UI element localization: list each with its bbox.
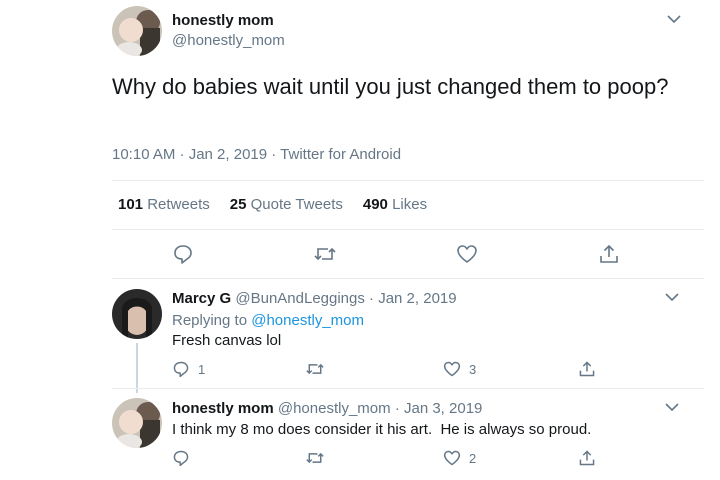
chevron-down-icon[interactable] <box>662 400 682 414</box>
author-handle[interactable]: @BunAndLeggings <box>235 290 365 307</box>
tweet-timestamp[interactable]: 10:10 AM · Jan 2, 2019 · Twitter for And… <box>112 146 401 163</box>
quotes-label: Quote Tweets <box>250 196 343 213</box>
replying-to-label: Replying to <box>172 312 248 329</box>
share-icon <box>579 361 595 377</box>
share-button[interactable] <box>598 243 620 265</box>
author-display-name[interactable]: honestly mom <box>172 12 274 29</box>
likes-label: Likes <box>392 196 428 213</box>
chevron-down-icon[interactable] <box>662 290 682 304</box>
like-icon <box>443 361 461 377</box>
retweet-icon <box>306 363 324 375</box>
like-button[interactable]: 2 <box>443 449 476 467</box>
share-button[interactable] <box>578 449 596 467</box>
like-button[interactable] <box>456 243 478 265</box>
quotes-stat[interactable]: 25 Quote Tweets <box>230 196 343 213</box>
replying-to: Replying to @honestly_mom <box>172 312 364 329</box>
retweet-button[interactable] <box>305 449 333 467</box>
reply-text: Fresh canvas lol <box>172 332 282 349</box>
reply-header: honestly mom @honestly_mom · Jan 3, 2019 <box>172 400 482 417</box>
thread-line <box>136 343 138 393</box>
divider <box>112 388 704 389</box>
reply-header: Marcy G @BunAndLeggings · Jan 2, 2019 <box>172 290 457 307</box>
author-display-name[interactable]: Marcy G <box>172 290 231 307</box>
tweet-stats: 101 Retweets 25 Quote Tweets 490 Likes <box>118 196 427 213</box>
retweet-button[interactable] <box>305 360 333 378</box>
reply-button[interactable] <box>172 449 198 467</box>
retweet-button[interactable] <box>313 243 337 265</box>
author-handle[interactable]: @honestly_mom <box>278 400 391 417</box>
reply-icon <box>173 361 189 378</box>
share-icon <box>579 450 595 466</box>
reply-button[interactable] <box>172 243 194 265</box>
like-count: 3 <box>469 361 477 377</box>
author-display-name[interactable]: honestly mom <box>172 400 274 417</box>
retweets-stat[interactable]: 101 Retweets <box>118 196 210 213</box>
reply-text: I think my 8 mo does consider it his art… <box>172 421 592 438</box>
avatar[interactable] <box>112 398 162 448</box>
quotes-count: 25 <box>229 196 247 213</box>
retweet-icon <box>314 247 336 261</box>
reply-button[interactable]: 1 <box>172 360 205 378</box>
divider <box>112 180 704 181</box>
tweet-text: Why do babies wait until you just change… <box>112 74 669 99</box>
like-button[interactable]: 3 <box>443 360 476 378</box>
share-button[interactable] <box>578 360 596 378</box>
like-icon <box>457 245 477 263</box>
avatar[interactable] <box>112 6 162 56</box>
like-icon <box>443 450 461 466</box>
reply-icon <box>173 450 189 467</box>
reply-icon <box>174 245 192 264</box>
replying-to-handle[interactable]: @honestly_mom <box>251 312 364 329</box>
retweets-count: 101 <box>118 196 144 213</box>
likes-stat[interactable]: 490 Likes <box>363 196 427 213</box>
reply-count: 1 <box>198 361 206 377</box>
divider <box>112 278 704 279</box>
likes-count: 490 <box>362 196 388 213</box>
reply-date[interactable]: · Jan 3, 2019 <box>395 400 483 417</box>
reply-date[interactable]: · Jan 2, 2019 <box>369 290 457 307</box>
chevron-down-icon[interactable] <box>664 12 684 26</box>
share-icon <box>600 244 618 263</box>
retweets-label: Retweets <box>147 196 210 213</box>
retweet-icon <box>306 452 324 464</box>
avatar[interactable] <box>112 289 162 339</box>
divider <box>112 229 704 230</box>
author-handle[interactable]: @honestly_mom <box>172 32 285 49</box>
like-count: 2 <box>469 450 477 466</box>
